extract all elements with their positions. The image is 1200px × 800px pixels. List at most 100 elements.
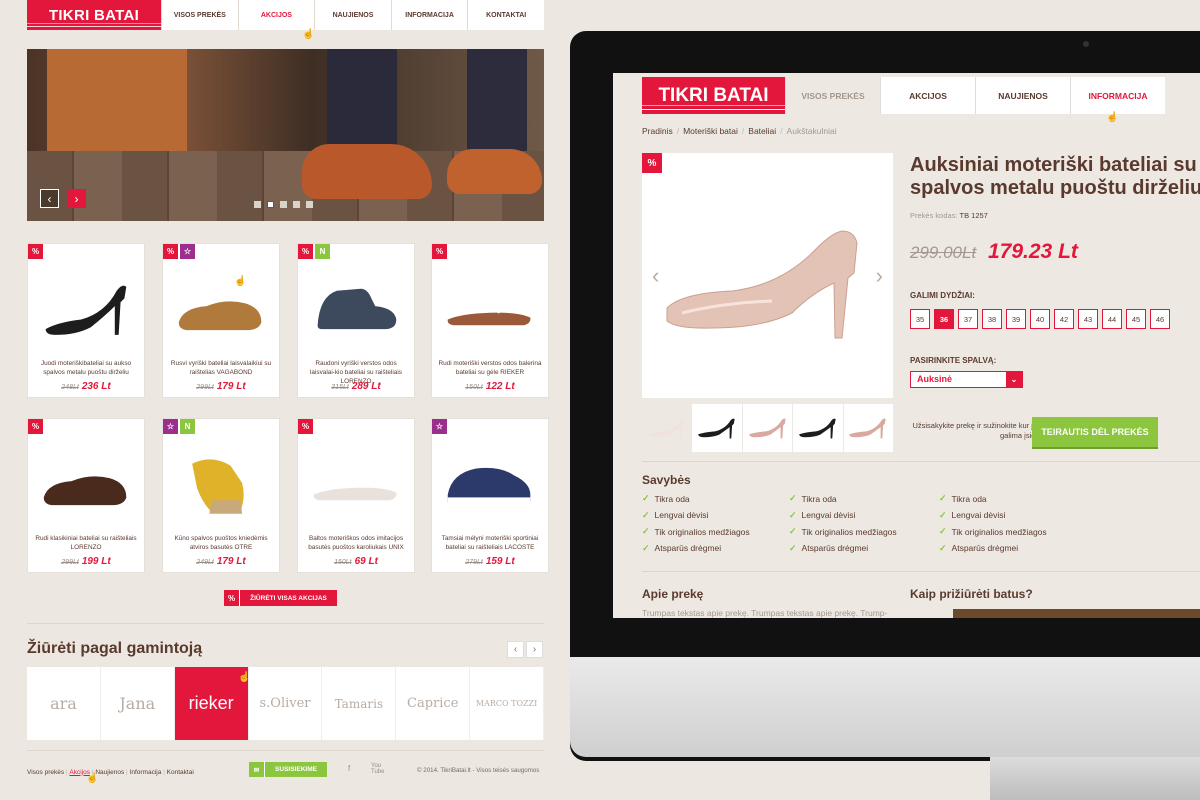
brands-title: Žiūrėti pagal gamintoją [27,640,203,657]
old-price: 315Lt [331,384,349,391]
nav-akcijos[interactable]: AKCIJOS [237,0,315,30]
product-image[interactable] [173,444,269,522]
nav-informacija[interactable]: INFORMACIJA [390,0,468,30]
nav-visos-prekes[interactable]: VISOS PREKĖS [785,77,880,114]
nav-kontaktai[interactable]: KONTAKTAI [467,0,544,30]
size-option[interactable]: 38 [982,309,1002,329]
see-all-sales-button[interactable]: % ŽIŪRĖTI VISAS AKCIJAS [224,590,337,606]
product-badges: % [28,419,43,434]
size-option[interactable]: 44 [1102,309,1122,329]
product-image[interactable] [38,269,134,347]
brand-caprice[interactable]: Caprice [396,667,471,740]
contact-button[interactable]: ✉ SUSISIEKIME [249,762,327,777]
footer-link-informacija[interactable]: Informacija [130,769,162,776]
ask-about-product-button[interactable]: TEIRAUTIS DĖL PREKĖS [1032,417,1158,447]
product-name[interactable]: Tamsiai mėlyni moteriški sportiniai bate… [437,534,543,552]
footer-link-visos-prekes[interactable]: Visos prekės [27,769,64,776]
slider-next-button[interactable]: › [67,189,86,208]
nav-akcijos[interactable]: AKCIJOS [880,77,975,114]
product-thumbnail[interactable] [843,404,894,452]
product-card[interactable]: ☆ N Kūno spalvos puoštos kniedėmis atviros… [162,418,280,573]
feature-item: ✓ Tikra oda [939,493,987,504]
product-thumbnail[interactable] [692,404,742,452]
brand-ara[interactable]: ara [27,667,101,740]
product-card[interactable]: % Baltos moteriškos odos imitacijos basut… [297,418,415,573]
color-select[interactable]: Auksinė ⌄ [910,371,1023,388]
product-card[interactable]: % Rudi moteriški verstos odos balerina ba… [431,243,549,398]
product-thumbnail[interactable] [642,404,692,452]
separator: / [780,126,783,136]
product-badges: % [298,419,313,434]
nav-visos-prekes[interactable]: VISOS PREKĖS [161,0,238,30]
brand-jana[interactable]: Jana [101,667,175,740]
product-image[interactable] [308,269,404,347]
product-name[interactable]: Baltos moteriškos odos imitacijos basutė… [303,534,409,552]
size-option[interactable]: 39 [1006,309,1026,329]
see-all-label: ŽIŪRĖTI VISAS AKCIJAS [250,594,327,602]
brand-tamaris[interactable]: Tamaris [322,667,397,740]
feature-label: Atsparūs drėgmei [951,543,1019,553]
product-title-line: spalvos metalu puoštu dirželiu [910,177,1200,199]
product-card[interactable]: ☆ Tamsiai mėlyni moteriški sportiniai bat… [431,418,549,573]
size-option[interactable]: 45 [1126,309,1146,329]
feature-item: ✓ Tik originalios medžiagos [642,526,750,537]
product-name[interactable]: Kūno spalvos puoštos kniedėmis atviros b… [168,534,274,552]
product-image[interactable] [308,444,404,522]
brands-prev-button[interactable]: ‹ [507,641,524,658]
product-image[interactable] [442,269,538,347]
nav-informacija[interactable]: INFORMACIJA [1070,77,1165,114]
product-card[interactable]: % ☆ Rusvi vyriški bateliai laisvalaikiui s… [162,243,280,398]
check-icon: ✓ [939,542,947,553]
mail-icon: ✉ [249,762,265,777]
youtube-icon[interactable]: You Tube [371,763,385,775]
brand-marco-tozzi[interactable]: MARCO TOZZI [470,667,545,740]
slider-dot[interactable] [306,201,313,208]
brand-soliver[interactable]: s.Oliver [249,667,323,740]
footer-link-naujienos[interactable]: Naujienos [95,769,124,776]
size-option[interactable]: 46 [1150,309,1170,329]
product-title-line: Auksiniai moteriški bateliai su [910,154,1197,176]
facebook-icon[interactable]: f [348,764,350,773]
product-badges: % N [298,244,330,259]
leg-image [327,49,397,149]
breadcrumb-item[interactable]: Pradinis [642,126,673,136]
screen-site-logo[interactable]: TIKRI BATAI [642,77,785,114]
footer-link-kontaktai[interactable]: Kontaktai [167,769,194,776]
product-name[interactable]: Rudi klasikiniai bateliai su raišteliais… [33,534,139,552]
camera-icon [1083,41,1089,47]
size-option[interactable]: 43 [1078,309,1098,329]
product-image[interactable] [38,444,134,522]
product-name[interactable]: Juodi moteriškibateliai su aukso spalvos… [33,359,139,377]
size-option[interactable]: 37 [958,309,978,329]
sale-badge-icon: % [163,244,178,259]
feature-label: Tikra oda [951,493,987,504]
slider-dot[interactable] [254,201,261,208]
product-image[interactable] [173,269,269,347]
slider-dot[interactable] [280,201,287,208]
product-image[interactable] [442,444,538,522]
feature-label: Lengvai dėvisi [951,510,1006,520]
size-option[interactable]: 42 [1054,309,1074,329]
product-thumbnail[interactable] [742,404,793,452]
product-name[interactable]: Rusvi vyriški bateliai laisvalaikiui su … [168,359,274,377]
product-card[interactable]: % N Raudoni vyriški verstos odos laisvalai… [297,243,415,398]
product-card[interactable]: % Juodi moteriškibateliai su aukso spalvo… [27,243,145,398]
breadcrumb-item[interactable]: Moteriški batai [683,126,738,136]
brands-next-button[interactable]: › [526,641,543,658]
slider-prev-button[interactable]: ‹ [40,189,59,208]
size-option[interactable]: 40 [1030,309,1050,329]
product-name[interactable]: Rudi moteriški verstos odos balerina bat… [437,359,543,377]
size-option[interactable]: 36 [934,309,954,329]
product-card[interactable]: % Rudi klasikiniai bateliai su raišteliai… [27,418,145,573]
product-price: 249Lt 179 Lt [163,556,279,567]
breadcrumb-item[interactable]: Bateliai [748,126,776,136]
slider-dot-active[interactable] [267,201,274,208]
product-thumbnail[interactable] [793,404,843,452]
site-logo[interactable]: TIKRI BATAI [27,0,161,30]
nav-naujienos[interactable]: NAUJIENOS [975,77,1070,114]
feature-label: Tik originalios medžiagos [654,526,750,537]
size-option[interactable]: 35 [910,309,930,329]
slider-dot[interactable] [293,201,300,208]
nav-naujienos[interactable]: NAUJIENOS [314,0,391,30]
website-preview: TIKRI BATAI VISOS PREKĖS AKCIJOS NAUJIEN… [0,0,560,800]
